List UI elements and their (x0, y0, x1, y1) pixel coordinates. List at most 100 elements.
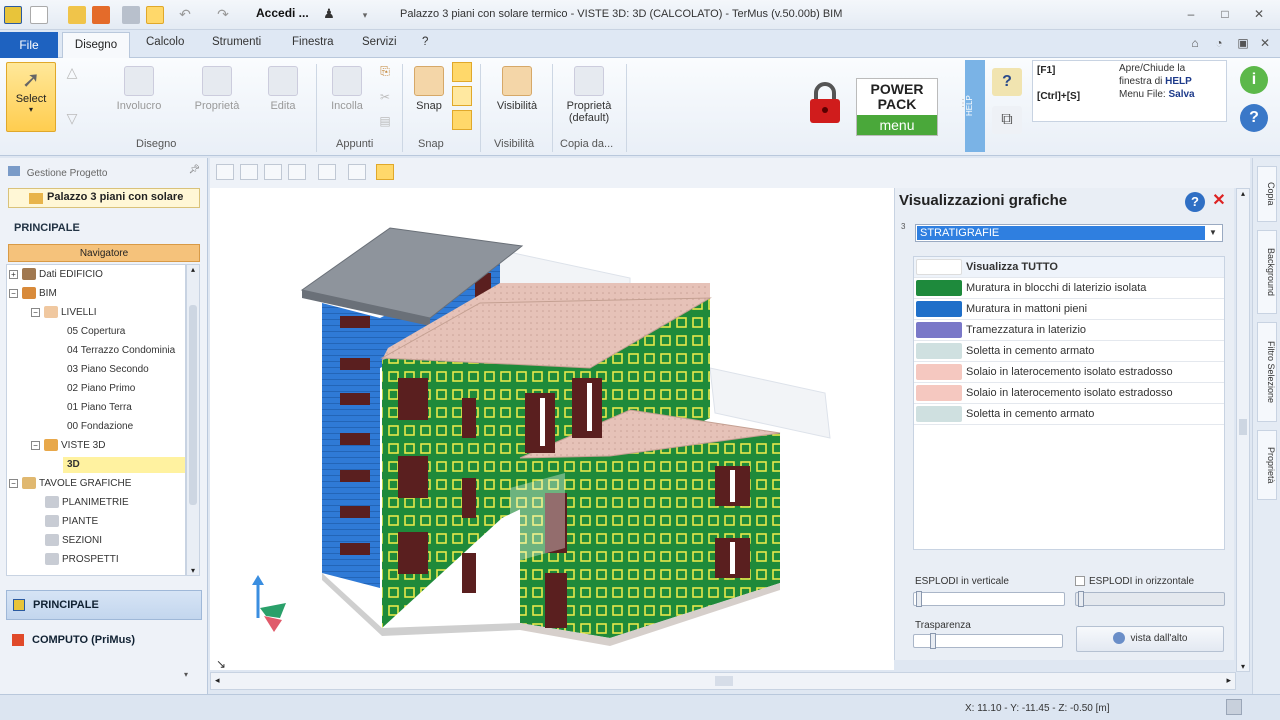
nav-expand-icon[interactable]: ▾ (184, 670, 188, 679)
tree-item-livelli[interactable]: − LIVELLI (31, 305, 97, 321)
snap-mode-3-icon[interactable] (452, 110, 472, 130)
close-icon[interactable]: ✕ (1211, 192, 1227, 210)
settings-icon[interactable] (1226, 699, 1242, 715)
tree-item-bim[interactable]: − BIM (9, 286, 57, 302)
tree-item-3d-selected[interactable]: 3D (63, 457, 185, 473)
file-tab[interactable]: File (0, 32, 58, 58)
tree-item-tavole[interactable]: − TAVOLE GRAFICHE (9, 476, 131, 492)
side-tab-filtro-selezione[interactable]: Filtro Selezione (1257, 322, 1277, 422)
stratigrafie-dropdown[interactable]: STRATIGRAFIE ▼ (915, 224, 1223, 242)
close-doc-icon[interactable]: ✕ (1258, 36, 1272, 50)
tree-scrollbar[interactable]: ▴ ▾ (186, 264, 200, 576)
layer-row[interactable]: Visualizza TUTTO (914, 257, 1224, 278)
proprieta-button[interactable]: Proprietà (186, 66, 248, 112)
app-icon[interactable] (4, 6, 22, 24)
esplodi-orizzontale-checkbox[interactable] (1075, 576, 1085, 586)
layer-row[interactable]: Solaio in laterocemento isolato estrados… (914, 362, 1224, 383)
scroll-up-icon[interactable]: ▴ (187, 265, 199, 274)
snap-mode-1-icon[interactable] (452, 62, 472, 82)
tree-item-level[interactable]: 00 Fondazione (67, 419, 133, 435)
power-pack-button[interactable]: POWER PACK menu (856, 78, 938, 136)
view-tool-2-icon[interactable] (240, 164, 258, 180)
esplodi-orizzontale-slider[interactable] (1075, 591, 1225, 607)
tree-item-level[interactable]: 05 Copertura (67, 324, 125, 340)
layer-row[interactable]: Muratura in mattoni pieni (914, 299, 1224, 320)
new-file-icon[interactable] (30, 6, 48, 24)
scroll-right-icon[interactable]: ▸ (1226, 675, 1231, 686)
layer-row[interactable]: Soletta in cemento armato (914, 404, 1224, 425)
layer-row[interactable]: Solaio in laterocemento isolato estrados… (914, 383, 1224, 404)
tree-item-viste-3d[interactable]: − VISTE 3D (31, 438, 105, 454)
scroll-left-icon[interactable]: ◂ (215, 675, 220, 686)
navigatore-header[interactable]: Navigatore (8, 244, 200, 262)
tab-calcolo[interactable]: Calcolo (146, 36, 184, 48)
involucro-button[interactable]: Involucro (108, 66, 170, 112)
tree-item-planimetrie[interactable]: PLANIMETRIE (45, 495, 129, 511)
scroll-thumb[interactable] (189, 305, 197, 505)
help-icon[interactable]: ? (1185, 192, 1205, 212)
tab-finestra[interactable]: Finestra (292, 36, 334, 48)
qat-dropdown-icon[interactable]: ▾ (356, 6, 374, 24)
tree-item-level[interactable]: 04 Terrazzo Condominia (67, 343, 175, 359)
esplodi-verticale-slider[interactable] (913, 591, 1065, 607)
select-button[interactable]: ➚ Select ▾ (6, 62, 56, 132)
up-arrow-icon[interactable]: △ (62, 64, 82, 81)
slider-thumb[interactable] (930, 633, 936, 649)
help-save-icon[interactable]: ⧉ (992, 106, 1022, 134)
tree-item-prospetti[interactable]: PROSPETTI (45, 552, 119, 568)
collapse-icon[interactable]: − (31, 307, 40, 317)
tree-item-level[interactable]: 02 Piano Primo (67, 381, 135, 397)
tree-item-level[interactable]: 03 Piano Secondo (67, 362, 149, 378)
chevron-down-icon[interactable]: ▼ (1206, 226, 1220, 240)
down-arrow-icon[interactable]: ▽ (62, 110, 82, 127)
side-tab-background[interactable]: Background (1257, 230, 1277, 314)
cut-icon[interactable]: ✂ (376, 90, 394, 104)
vista-dall-alto-button[interactable]: vista dall'alto (1076, 626, 1224, 652)
incolla-button[interactable]: Incolla (322, 66, 372, 112)
ribbon-collapse-icon[interactable]: ⌂ (1188, 36, 1202, 50)
layer-row[interactable]: Muratura in blocchi di laterizio isolata (914, 278, 1224, 299)
nav-principale[interactable]: PRINCIPALE (6, 590, 202, 620)
minimize-button[interactable]: – (1184, 7, 1198, 21)
horizontal-scrollbar[interactable]: ◂ ▸ (210, 672, 1236, 690)
view-tool-active-icon[interactable] (376, 164, 394, 180)
format-painter-icon[interactable]: ▤ (376, 114, 394, 128)
tab-strumenti[interactable]: Strumenti (212, 36, 261, 48)
help-icon[interactable]: ? (1240, 104, 1268, 132)
tree-item-piante[interactable]: PIANTE (45, 514, 98, 530)
edita-button[interactable]: Edita (258, 66, 308, 112)
ribbon-options-icon[interactable]: ◔ (1212, 36, 1226, 50)
help-edit-icon[interactable]: ? (992, 68, 1022, 96)
tab-servizi[interactable]: Servizi (362, 36, 397, 48)
scroll-thumb[interactable] (1239, 419, 1247, 435)
h-scroll-thumb[interactable] (715, 676, 733, 686)
pointer-icon[interactable] (146, 6, 164, 24)
scroll-down-icon[interactable]: ▾ (187, 566, 199, 575)
tab-disegno[interactable]: Disegno (62, 32, 130, 59)
layer-row[interactable]: Soletta in cemento armato (914, 341, 1224, 362)
open-folder-icon[interactable] (68, 6, 86, 24)
help-strip[interactable]: HELP (965, 60, 985, 152)
close-button[interactable]: ✕ (1252, 7, 1266, 21)
view-tool-4-icon[interactable] (288, 164, 306, 180)
layer-row[interactable]: Tramezzatura in laterizio (914, 320, 1224, 341)
side-tab-proprieta[interactable]: Proprietà (1257, 430, 1277, 500)
tab-help[interactable]: ? (422, 36, 428, 48)
view-tool-1-icon[interactable] (216, 164, 234, 180)
info-icon[interactable]: i (1240, 66, 1268, 94)
copy-icon[interactable]: ⎘ (376, 64, 394, 79)
3d-viewport[interactable]: ↘ (210, 188, 894, 670)
nav-computo[interactable]: COMPUTO (PriMus) (6, 626, 202, 656)
building-3d-model[interactable]: ↘ (210, 188, 894, 670)
trasparenza-slider[interactable] (913, 633, 1063, 649)
expand-icon[interactable]: + (9, 269, 18, 279)
user-icon[interactable]: ♟ (320, 6, 338, 24)
view-tool-5-icon[interactable] (318, 164, 336, 180)
print-icon[interactable] (122, 6, 140, 24)
slider-thumb[interactable] (916, 591, 922, 607)
project-tab[interactable]: Palazzo 3 piani con solare (8, 188, 200, 208)
tree-item-level[interactable]: 01 Piano Terra (67, 400, 132, 416)
view-tool-3-icon[interactable] (264, 164, 282, 180)
collapse-icon[interactable]: − (9, 288, 18, 298)
view-tool-6-icon[interactable] (348, 164, 366, 180)
